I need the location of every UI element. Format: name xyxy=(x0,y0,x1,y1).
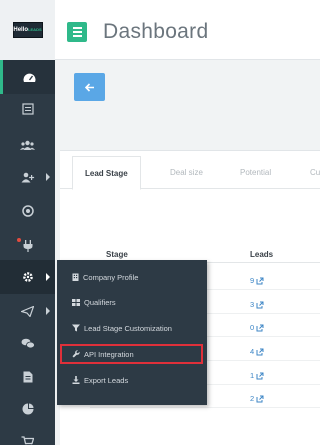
cart-icon xyxy=(21,435,34,445)
send-icon xyxy=(21,305,34,317)
table-row[interactable]: 4 xyxy=(250,347,264,356)
lead-count: 0 xyxy=(250,323,255,332)
plug-icon xyxy=(23,239,32,252)
sidebar: Hello LEADS xyxy=(0,0,55,445)
sidebar-item-settings[interactable] xyxy=(0,260,55,294)
external-link-icon xyxy=(256,324,264,331)
users-group-icon xyxy=(20,140,35,150)
lead-count: 2 xyxy=(250,394,255,403)
user-plus-icon xyxy=(21,172,34,182)
logo-container[interactable]: Hello LEADS xyxy=(0,0,55,60)
external-link-icon xyxy=(256,348,264,355)
menu-item-qualifiers[interactable]: Qualifiers xyxy=(57,292,207,312)
external-link-icon xyxy=(256,277,264,284)
external-link-icon xyxy=(256,301,264,308)
column-header-stage: Stage xyxy=(106,250,128,259)
tab-cu[interactable]: Cu xyxy=(310,156,320,189)
settings-submenu: Company Profile Qualifiers Lead Stage Cu… xyxy=(57,260,207,405)
hamburger-icon xyxy=(72,27,82,29)
hamburger-menu-button[interactable] xyxy=(67,22,87,42)
wrench-icon xyxy=(72,350,80,358)
filter-icon xyxy=(72,324,80,332)
sidebar-item-targets[interactable] xyxy=(0,194,55,228)
external-link-icon xyxy=(256,372,264,379)
top-header: Dashboard xyxy=(55,0,320,60)
chevron-right-icon xyxy=(46,307,50,315)
pie-chart-icon xyxy=(22,403,33,415)
chevron-right-icon xyxy=(46,173,50,181)
table-row[interactable]: 3 xyxy=(250,300,264,309)
sidebar-item-team[interactable] xyxy=(0,128,55,162)
lead-count: 4 xyxy=(250,347,255,356)
sidebar-item-analytics[interactable] xyxy=(0,392,55,426)
tab-bar: Lead Stage Deal size Potential Cu xyxy=(60,156,320,190)
menu-item-company-profile[interactable]: Company Profile xyxy=(57,267,207,287)
lead-count: 9 xyxy=(250,276,255,285)
lead-count: 3 xyxy=(250,300,255,309)
download-icon xyxy=(72,376,80,384)
grid-icon xyxy=(72,298,80,306)
sidebar-item-reports[interactable] xyxy=(0,360,55,394)
sidebar-item-orders[interactable] xyxy=(0,424,55,445)
column-header-leads: Leads xyxy=(250,250,274,259)
table-row[interactable]: 0 xyxy=(250,323,264,332)
list-card-icon xyxy=(21,103,34,115)
target-icon xyxy=(21,205,34,217)
menu-item-lead-stage-customization[interactable]: Lead Stage Customization xyxy=(57,318,207,338)
table-row[interactable]: 9 xyxy=(250,276,264,285)
external-link-icon xyxy=(256,395,264,402)
app-logo: Hello LEADS xyxy=(12,22,43,38)
sidebar-item-integrations[interactable] xyxy=(0,228,55,262)
table-row[interactable]: 1 xyxy=(250,371,264,380)
notification-dot xyxy=(17,238,21,242)
sidebar-item-campaigns[interactable] xyxy=(0,294,55,328)
menu-item-export-leads[interactable]: Export Leads xyxy=(57,370,207,390)
chevron-right-icon xyxy=(46,273,50,281)
chat-bubbles-icon xyxy=(21,338,35,348)
tab-deal-size[interactable]: Deal size xyxy=(170,156,203,189)
tab-potential[interactable]: Potential xyxy=(240,156,271,189)
sidebar-item-add-user[interactable] xyxy=(0,160,55,194)
building-icon xyxy=(72,273,79,281)
sidebar-item-leads[interactable] xyxy=(0,92,55,126)
table-row[interactable]: 2 xyxy=(250,394,264,403)
page-title: Dashboard xyxy=(103,20,209,43)
arrow-left-icon xyxy=(84,82,94,92)
lead-count: 1 xyxy=(250,371,255,380)
menu-item-api-integration[interactable]: API Integration xyxy=(60,344,203,364)
sidebar-item-dashboard[interactable] xyxy=(0,60,55,94)
speedometer-icon xyxy=(23,73,35,82)
sidebar-item-messages[interactable] xyxy=(0,326,55,360)
back-button[interactable] xyxy=(74,73,105,101)
tab-lead-stage[interactable]: Lead Stage xyxy=(72,156,141,190)
document-icon xyxy=(23,371,32,383)
row-divider xyxy=(90,407,320,408)
gear-icon xyxy=(22,272,33,282)
